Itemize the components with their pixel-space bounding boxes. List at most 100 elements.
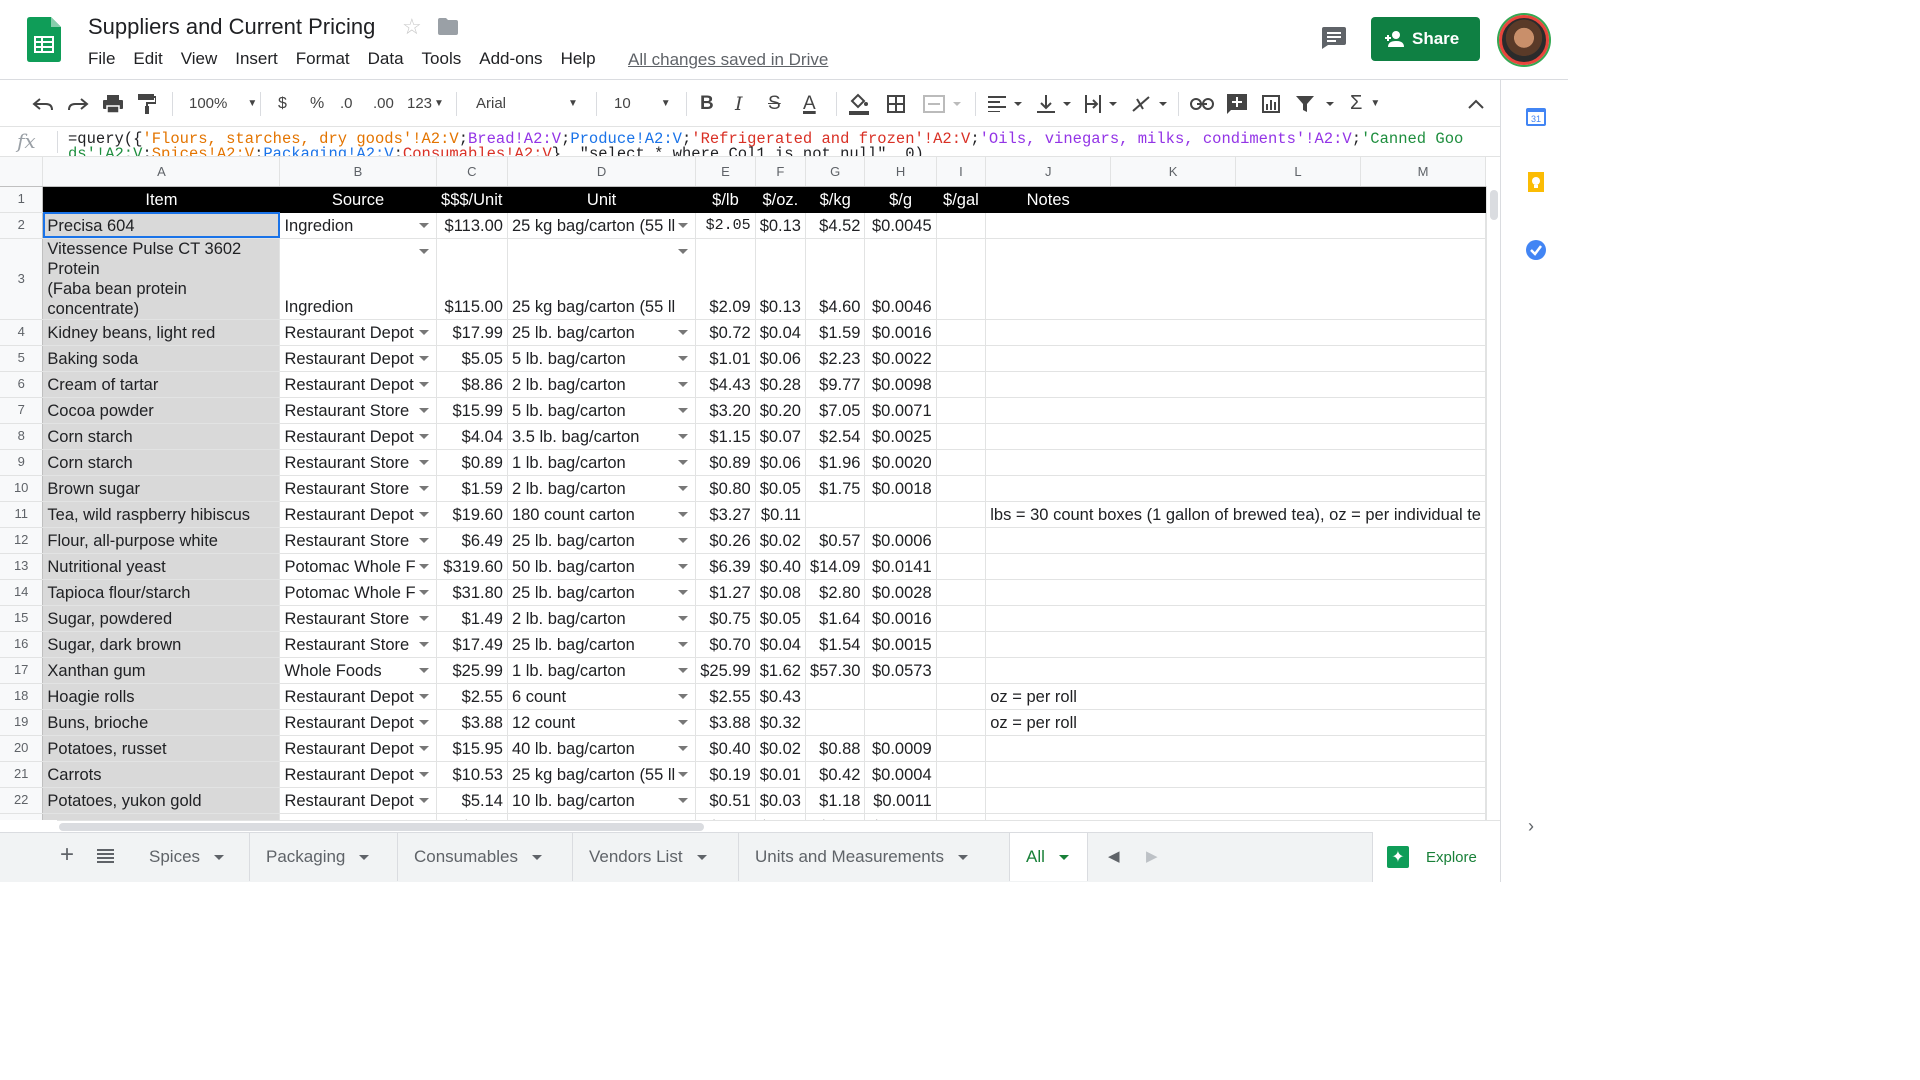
dropdown-arrow-icon[interactable]: [678, 641, 689, 647]
dropdown-arrow-icon[interactable]: [418, 381, 429, 387]
vertical-align-icon[interactable]: [1037, 80, 1075, 127]
lb-cell[interactable]: $1.01: [695, 345, 756, 372]
row-number[interactable]: 3: [0, 238, 44, 320]
menu-data[interactable]: Data: [359, 49, 413, 69]
paint-format-icon[interactable]: [138, 80, 156, 127]
insert-chart-icon[interactable]: [1262, 80, 1280, 127]
keep-icon[interactable]: [1526, 172, 1546, 192]
lb-cell[interactable]: $0.80: [695, 475, 756, 502]
header-cell[interactable]: $/gal: [936, 186, 987, 213]
source-cell[interactable]: Restaurant Depot: [279, 683, 437, 710]
lb-cell[interactable]: $2.05: [695, 212, 756, 239]
dropdown-arrow-icon[interactable]: [418, 641, 429, 647]
dropdown-arrow-icon[interactable]: [678, 745, 689, 751]
price-cell[interactable]: $15.99: [436, 397, 508, 424]
sheet-tab-units-and-measurements[interactable]: Units and Measurements: [739, 833, 1010, 881]
header-cell[interactable]: $/g: [864, 186, 937, 213]
dropdown-arrow-icon[interactable]: [418, 433, 429, 439]
column-header-m[interactable]: M: [1360, 157, 1486, 187]
redo-icon[interactable]: [67, 80, 89, 127]
g-cell[interactable]: $0.0011: [864, 787, 937, 814]
spreadsheet-grid[interactable]: A B C D E F G H I J K L M 1 Item Source $$$/Unit Unit $/lb…: [0, 157, 1486, 820]
item-cell[interactable]: Nutritional yeast: [42, 553, 281, 580]
kg-cell[interactable]: $1.64: [805, 605, 866, 632]
gal-cell[interactable]: [936, 813, 987, 820]
select-all-corner[interactable]: [0, 157, 44, 187]
tasks-icon[interactable]: [1526, 240, 1546, 260]
sheet-tab-all[interactable]: All: [1010, 833, 1088, 881]
unit-cell[interactable]: 5 lb. bag/carton: [507, 397, 697, 424]
source-cell[interactable]: Restaurant Depot: [279, 813, 437, 820]
price-cell[interactable]: $6.49: [436, 527, 508, 554]
lb-cell[interactable]: $1.32: [695, 813, 756, 820]
oz-cell[interactable]: $0.43: [755, 683, 806, 710]
price-cell[interactable]: $17.49: [436, 631, 508, 658]
zoom-select[interactable]: 100% ▼: [189, 80, 257, 127]
print-icon[interactable]: [103, 80, 123, 127]
gal-cell[interactable]: [936, 345, 987, 372]
source-cell[interactable]: Restaurant Store: [279, 449, 437, 476]
notes-cell[interactable]: [985, 319, 1486, 346]
source-cell[interactable]: Whole Foods: [279, 657, 437, 684]
g-cell[interactable]: $0.0025: [864, 423, 937, 450]
price-cell[interactable]: $3.88: [436, 709, 508, 736]
fill-color-icon[interactable]: [849, 80, 869, 127]
dropdown-arrow-icon[interactable]: [678, 511, 689, 517]
header-cell[interactable]: [1235, 186, 1361, 213]
source-cell[interactable]: Potomac Whole F: [279, 553, 437, 580]
row-number[interactable]: 4: [0, 319, 44, 346]
dropdown-arrow-icon[interactable]: [678, 615, 689, 621]
unit-cell[interactable]: 1 lb. bag/carton: [507, 449, 697, 476]
oz-cell[interactable]: $0.13: [755, 238, 806, 320]
row-number[interactable]: 5: [0, 345, 44, 372]
price-cell[interactable]: $5.14: [436, 787, 508, 814]
row-number[interactable]: 22: [0, 787, 44, 814]
item-cell[interactable]: Sugar, powdered: [42, 605, 281, 632]
oz-cell[interactable]: $0.07: [755, 423, 806, 450]
price-cell[interactable]: $0.89: [436, 449, 508, 476]
dropdown-arrow-icon[interactable]: [418, 589, 429, 595]
unit-cell[interactable]: 180 count carton: [507, 501, 697, 528]
formula-input[interactable]: =query({'Flours, starches, dry goods'!A2…: [68, 131, 1468, 156]
source-cell[interactable]: Restaurant Depot: [279, 501, 437, 528]
lb-cell[interactable]: $2.09: [695, 238, 756, 320]
gal-cell[interactable]: [936, 683, 987, 710]
decrease-decimal-button[interactable]: .0: [340, 80, 353, 127]
dropdown-arrow-icon[interactable]: [418, 222, 429, 228]
account-avatar[interactable]: [1499, 15, 1549, 65]
g-cell[interactable]: [864, 683, 937, 710]
oz-cell[interactable]: $0.01: [755, 761, 806, 788]
dropdown-arrow-icon[interactable]: [678, 693, 689, 699]
header-cell[interactable]: Notes: [985, 186, 1112, 213]
gal-cell[interactable]: [936, 319, 987, 346]
dropdown-arrow-icon[interactable]: [678, 537, 689, 543]
horizontal-scroll-thumb[interactable]: [59, 823, 704, 831]
dropdown-arrow-icon[interactable]: [678, 485, 689, 491]
column-header-l[interactable]: L: [1235, 157, 1361, 187]
save-status-link[interactable]: All changes saved in Drive: [628, 50, 828, 70]
text-rotation-icon[interactable]: [1131, 80, 1171, 127]
source-cell[interactable]: Restaurant Depot: [279, 423, 437, 450]
oz-cell[interactable]: $0.05: [755, 605, 806, 632]
oz-cell[interactable]: $0.05: [755, 475, 806, 502]
price-cell[interactable]: $17.99: [436, 319, 508, 346]
g-cell[interactable]: $0.0028: [864, 579, 937, 606]
lb-cell[interactable]: $2.55: [695, 683, 756, 710]
lb-cell[interactable]: $0.19: [695, 761, 756, 788]
item-cell[interactable]: Carrots: [42, 761, 281, 788]
item-cell[interactable]: Baking soda: [42, 345, 281, 372]
font-family-select[interactable]: Arial ▼: [476, 80, 578, 127]
dropdown-arrow-icon[interactable]: [678, 589, 689, 595]
notes-cell[interactable]: [985, 579, 1486, 606]
kg-cell[interactable]: $9.77: [805, 371, 866, 398]
dropdown-arrow-icon[interactable]: [418, 355, 429, 361]
column-header-a[interactable]: A: [42, 157, 281, 187]
g-cell[interactable]: $0.0018: [864, 475, 937, 502]
dropdown-arrow-icon[interactable]: [418, 797, 429, 803]
row-number[interactable]: 18: [0, 683, 44, 710]
gal-cell[interactable]: [936, 501, 987, 528]
kg-cell[interactable]: $2.54: [805, 423, 866, 450]
notes-cell[interactable]: [985, 238, 1486, 320]
row-number[interactable]: 19: [0, 709, 44, 736]
lb-cell[interactable]: $25.99: [695, 657, 756, 684]
